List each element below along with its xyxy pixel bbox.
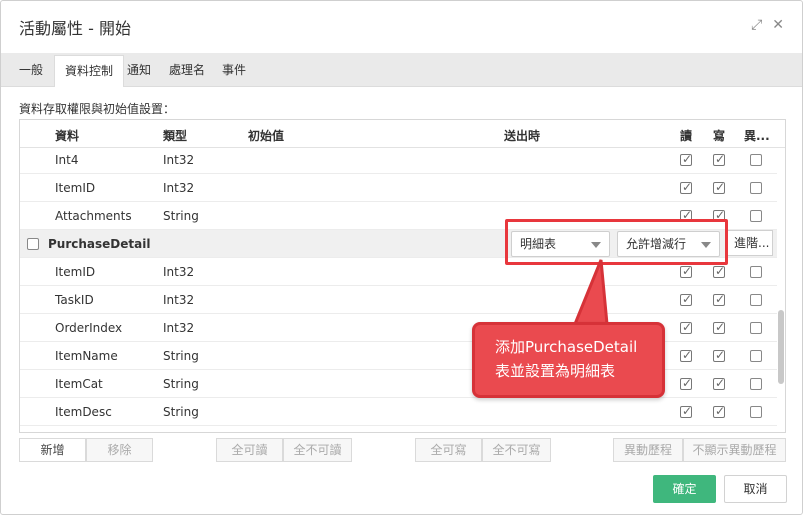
read-checkbox[interactable] [680, 292, 692, 306]
write-checkbox[interactable] [713, 348, 725, 362]
change-checkbox[interactable] [750, 210, 762, 222]
read-checkbox[interactable] [680, 404, 692, 418]
tab-handler-name[interactable]: 處理名 [159, 55, 215, 87]
cancel-button[interactable]: 取消 [724, 475, 787, 503]
group-select-checkbox[interactable] [27, 238, 39, 250]
write-checkbox[interactable] [713, 292, 725, 306]
row-name: ItemName [55, 349, 118, 363]
row-type: Int32 [163, 153, 195, 167]
row-name: OrderIndex [55, 321, 123, 335]
change-checkbox[interactable] [750, 266, 762, 278]
hide-change-history-button[interactable]: 不顯示異動歷程 [683, 438, 786, 462]
write-checkbox[interactable] [713, 180, 725, 194]
table-row: ItemDesc String [20, 398, 777, 426]
col-data: 資料 [55, 129, 80, 143]
tab-events[interactable]: 事件 [212, 55, 256, 87]
read-checkbox[interactable] [680, 180, 692, 194]
callout-line-1: 添加PurchaseDetail [495, 338, 638, 356]
table-row: TaskID Int32 [20, 286, 777, 314]
table-row: ItemID Int32 [20, 174, 777, 202]
col-read: 讀 [680, 129, 693, 143]
row-name: ItemCat [55, 377, 103, 391]
tab-bar: 一般 資料控制 通知 處理名 事件 [1, 53, 802, 87]
col-initial-value: 初始值 [248, 129, 285, 143]
read-checkbox[interactable] [680, 320, 692, 334]
row-name: Int4 [55, 153, 79, 167]
group-name: PurchaseDetail [48, 237, 151, 251]
table-row: Int4 Int32 [20, 146, 777, 174]
callout-line-2: 表並設置為明細表 [495, 362, 616, 380]
read-checkbox[interactable] [680, 376, 692, 390]
write-checkbox[interactable] [713, 152, 725, 166]
col-type: 類型 [163, 129, 188, 143]
col-write: 寫 [713, 129, 726, 143]
none-readable-button[interactable]: 全不可讀 [283, 438, 352, 462]
row-type: String [163, 405, 199, 419]
tab-notification[interactable]: 通知 [117, 55, 161, 87]
row-type: Int32 [163, 265, 195, 279]
col-on-submit: 送出時 [504, 129, 541, 143]
data-grid: 資料 類型 初始值 送出時 讀 寫 異... Int4 Int32 ItemID… [19, 119, 786, 433]
close-icon[interactable]: ✕ [772, 17, 784, 33]
write-checkbox[interactable] [713, 264, 725, 278]
expand-icon[interactable]: ⤢ [751, 17, 762, 33]
change-checkbox[interactable] [750, 182, 762, 194]
callout-pointer [572, 259, 609, 326]
none-writable-button[interactable]: 全不可寫 [482, 438, 551, 462]
activity-properties-dialog: 活動屬性 - 開始 ⤢ ✕ 一般 資料控制 通知 處理名 事件 資料存取權限與初… [0, 0, 803, 515]
read-checkbox[interactable] [680, 264, 692, 278]
write-checkbox[interactable] [713, 404, 725, 418]
change-history-button[interactable]: 異動歷程 [613, 438, 683, 462]
grid-header: 資料 類型 初始值 送出時 讀 寫 異... [20, 120, 785, 148]
change-checkbox[interactable] [750, 350, 762, 362]
change-checkbox[interactable] [750, 406, 762, 418]
read-checkbox[interactable] [680, 348, 692, 362]
section-label: 資料存取權限與初始值設置： [19, 102, 176, 116]
tab-general[interactable]: 一般 [9, 55, 53, 87]
write-checkbox[interactable] [713, 376, 725, 390]
row-type: Int32 [163, 293, 195, 307]
change-checkbox[interactable] [750, 322, 762, 334]
all-writable-button[interactable]: 全可寫 [415, 438, 482, 462]
row-type: String [163, 349, 199, 363]
ok-button[interactable]: 確定 [653, 475, 716, 503]
annotation-callout: 添加PurchaseDetail 表並設置為明細表 [472, 322, 665, 398]
all-readable-button[interactable]: 全可讀 [216, 438, 283, 462]
row-type: Int32 [163, 181, 195, 195]
read-checkbox[interactable] [680, 152, 692, 166]
window-controls: ⤢ ✕ [751, 17, 784, 33]
row-type: String [163, 377, 199, 391]
add-button[interactable]: 新增 [19, 438, 86, 462]
grid-scrollbar[interactable] [778, 310, 784, 384]
row-name: TaskID [55, 293, 94, 307]
remove-button[interactable]: 移除 [86, 438, 153, 462]
write-checkbox[interactable] [713, 320, 725, 334]
row-type: String [163, 209, 199, 223]
row-name: ItemID [55, 181, 96, 195]
tab-data-control[interactable]: 資料控制 [54, 55, 125, 87]
change-checkbox[interactable] [750, 154, 762, 166]
row-name: ItemDesc [55, 405, 112, 419]
row-type: Int32 [163, 321, 195, 335]
dialog-title: 活動屬性 - 開始 [19, 19, 131, 38]
row-name: Attachments [55, 209, 132, 223]
col-change: 異... [744, 129, 770, 143]
advanced-button[interactable]: 進階... [727, 230, 773, 256]
change-checkbox[interactable] [750, 294, 762, 306]
change-checkbox[interactable] [750, 378, 762, 390]
row-name: ItemID [55, 265, 96, 279]
